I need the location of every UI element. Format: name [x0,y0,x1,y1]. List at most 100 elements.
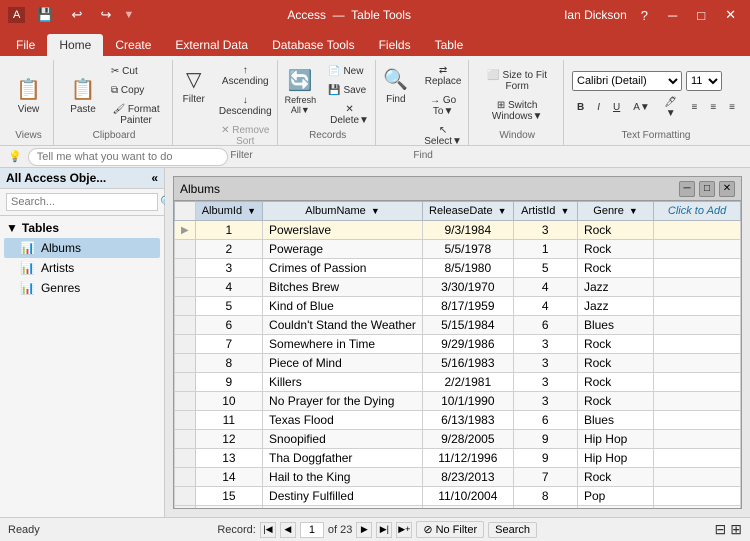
align-center-btn[interactable]: ≡ [705,99,721,116]
prev-record-btn[interactable]: ◀ [280,522,296,538]
format-painter-btn[interactable]: 🖌 Format Painter [106,101,166,129]
asc-btn[interactable]: ↑ Ascending [214,62,277,90]
app-icon: A [8,7,25,23]
table-row[interactable]: 3Crimes of Passion8/5/19805Rock [175,259,741,278]
cell-albumid: 15 [195,487,262,506]
tell-me-input[interactable] [28,148,228,166]
save-record-btn[interactable]: 💾 Save [323,82,376,99]
goto-btn[interactable]: → Go To▼ [418,92,469,120]
table-row[interactable]: 5Kind of Blue8/17/19594Jazz [175,297,741,316]
sidebar-search-input[interactable] [6,193,158,211]
table-row[interactable]: 10No Prayer for the Dying10/1/19903Rock [175,392,741,411]
undo-title-btn[interactable]: ↩ [66,5,89,25]
col-releasedate-header[interactable]: ReleaseDate ▼ [423,202,514,221]
view-pivottable-icon[interactable]: ⊞ [730,521,742,538]
paste-btn[interactable]: 📋 Paste [62,72,104,120]
highlight-btn[interactable]: 🖊▼ [658,94,684,122]
view-datasheet-icon[interactable]: ⊟ [715,521,727,538]
sidebar-item-artists[interactable]: 📊 Artists [4,258,160,278]
sidebar-toggle-icon[interactable]: « [151,171,158,185]
align-right-btn[interactable]: ≡ [724,99,740,116]
close-btn[interactable]: ✕ [719,5,742,25]
cell-genre: Jazz [577,297,653,316]
tab-database-tools[interactable]: Database Tools [260,34,367,56]
table-row[interactable]: 13Tha Doggfather11/12/19969Hip Hop [175,449,741,468]
tab-file[interactable]: File [4,34,47,56]
replace-btn[interactable]: ⇄ Replace [418,62,469,90]
col-artistid-header[interactable]: ArtistId ▼ [513,202,577,221]
sort-inner: ▽ Filter ↑ Ascending ↓ Descending ✕ Remo… [176,62,277,150]
size-fit-btn[interactable]: ⬜ Size to Fit Form [477,67,557,95]
table-close-btn[interactable]: ✕ [719,181,735,197]
table-row[interactable]: 8Piece of Mind5/16/19833Rock [175,354,741,373]
desc-btn[interactable]: ↓ Descending [214,92,277,120]
delete-record-btn[interactable]: ✕ Delete▼ [323,101,376,129]
last-record-btn[interactable]: ▶| [376,522,392,538]
table-row[interactable]: 12Snoopified9/28/20059Hip Hop [175,430,741,449]
table-row[interactable]: 9Killers2/2/19813Rock [175,373,741,392]
table-row[interactable]: 6Couldn't Stand the Weather5/15/19846Blu… [175,316,741,335]
albums-label: Albums [41,241,81,255]
tab-external-data[interactable]: External Data [163,34,260,56]
table-row[interactable]: 4Bitches Brew3/30/19704Jazz [175,278,741,297]
table-restore-btn[interactable]: □ [699,181,715,197]
cell-releasedate: 3/30/1970 [423,278,514,297]
switch-windows-btn[interactable]: ⊞ Switch Windows▼ [477,97,557,125]
col-albumname-header[interactable]: AlbumName ▼ [263,202,423,221]
tables-section-header[interactable]: ▼ Tables [4,218,160,238]
record-number-input[interactable] [300,522,324,538]
first-record-btn[interactable]: |◀ [260,522,276,538]
search-btn[interactable]: Search [488,522,537,538]
new-record-btn[interactable]: 📄 New [323,63,376,80]
table-row[interactable]: 14Hail to the King8/23/20137Rock [175,468,741,487]
underline-btn[interactable]: U [608,99,625,116]
font-color-btn[interactable]: A▼ [628,99,655,116]
italic-btn[interactable]: I [592,99,605,116]
col-add-header[interactable]: Click to Add [654,202,741,221]
cell-add [654,297,741,316]
tab-create[interactable]: Create [103,34,163,56]
select-btn[interactable]: ↖ Select▼ [418,122,469,150]
align-left-btn[interactable]: ≡ [686,99,702,116]
tab-home[interactable]: Home [47,34,103,56]
cut-btn[interactable]: ✂ Cut [106,63,166,80]
copy-btn[interactable]: ⧉ Copy [106,82,166,99]
bold-btn[interactable]: B [572,99,589,116]
cell-artistid: 3 [513,354,577,373]
table-row[interactable]: 7Somewhere in Time9/29/19863Rock [175,335,741,354]
tab-table[interactable]: Table [423,34,476,56]
table-row[interactable]: 16Bush5/12/20159Hip Hop [175,506,741,509]
col-genre-header[interactable]: Genre ▼ [577,202,653,221]
table-minimize-btn[interactable]: ─ [679,181,695,197]
refresh-btn[interactable]: 🔄 RefreshAll▼ [280,63,322,129]
sort-sub-btns: ↑ Ascending ↓ Descending ✕ Remove Sort [214,62,277,150]
table-row[interactable]: 15Destiny Fulfilled11/10/20048Pop [175,487,741,506]
no-filter-btn[interactable]: ⊘ No Filter [416,521,484,538]
cell-artistid: 1 [513,240,577,259]
tab-fields[interactable]: Fields [367,34,423,56]
font-selector[interactable]: Calibri (Detail) [572,71,682,91]
filter-btn[interactable]: ▽ Filter [176,62,212,110]
font-size-selector[interactable]: 11 [686,71,722,91]
col-albumid-header[interactable]: AlbumId ▼ [195,202,262,221]
table-row[interactable]: ▶1Powerslave9/3/19843Rock [175,221,741,240]
sidebar-item-albums[interactable]: 📊 Albums [4,238,160,258]
help-btn[interactable]: ? [635,6,654,25]
maximize-btn[interactable]: □ [691,6,711,25]
table-container[interactable]: AlbumId ▼ AlbumName ▼ ReleaseDate ▼ [174,201,741,508]
content-area: Albums ─ □ ✕ AlbumId ▼ [165,168,750,517]
records-sub-btns: 📄 New 💾 Save ✕ Delete▼ [323,63,376,129]
find-btn[interactable]: 🔍 Find [378,62,414,150]
remove-sort-btn[interactable]: ✕ Remove Sort [214,122,277,150]
next-record-btn[interactable]: ▶ [356,522,372,538]
table-row[interactable]: 2Powerage5/5/19781Rock [175,240,741,259]
view-btn[interactable]: 📋 View [9,72,48,120]
redo-title-btn[interactable]: ↪ [94,5,117,25]
table-row[interactable]: 11Texas Flood6/13/19836Blues [175,411,741,430]
sidebar-item-genres[interactable]: 📊 Genres [4,278,160,298]
save-title-btn[interactable]: 💾 [31,5,59,25]
row-selector: ▶ [175,221,196,240]
cell-artistid: 5 [513,259,577,278]
minimize-btn[interactable]: ─ [662,6,683,25]
new-record-nav-btn[interactable]: ▶+ [396,522,412,538]
